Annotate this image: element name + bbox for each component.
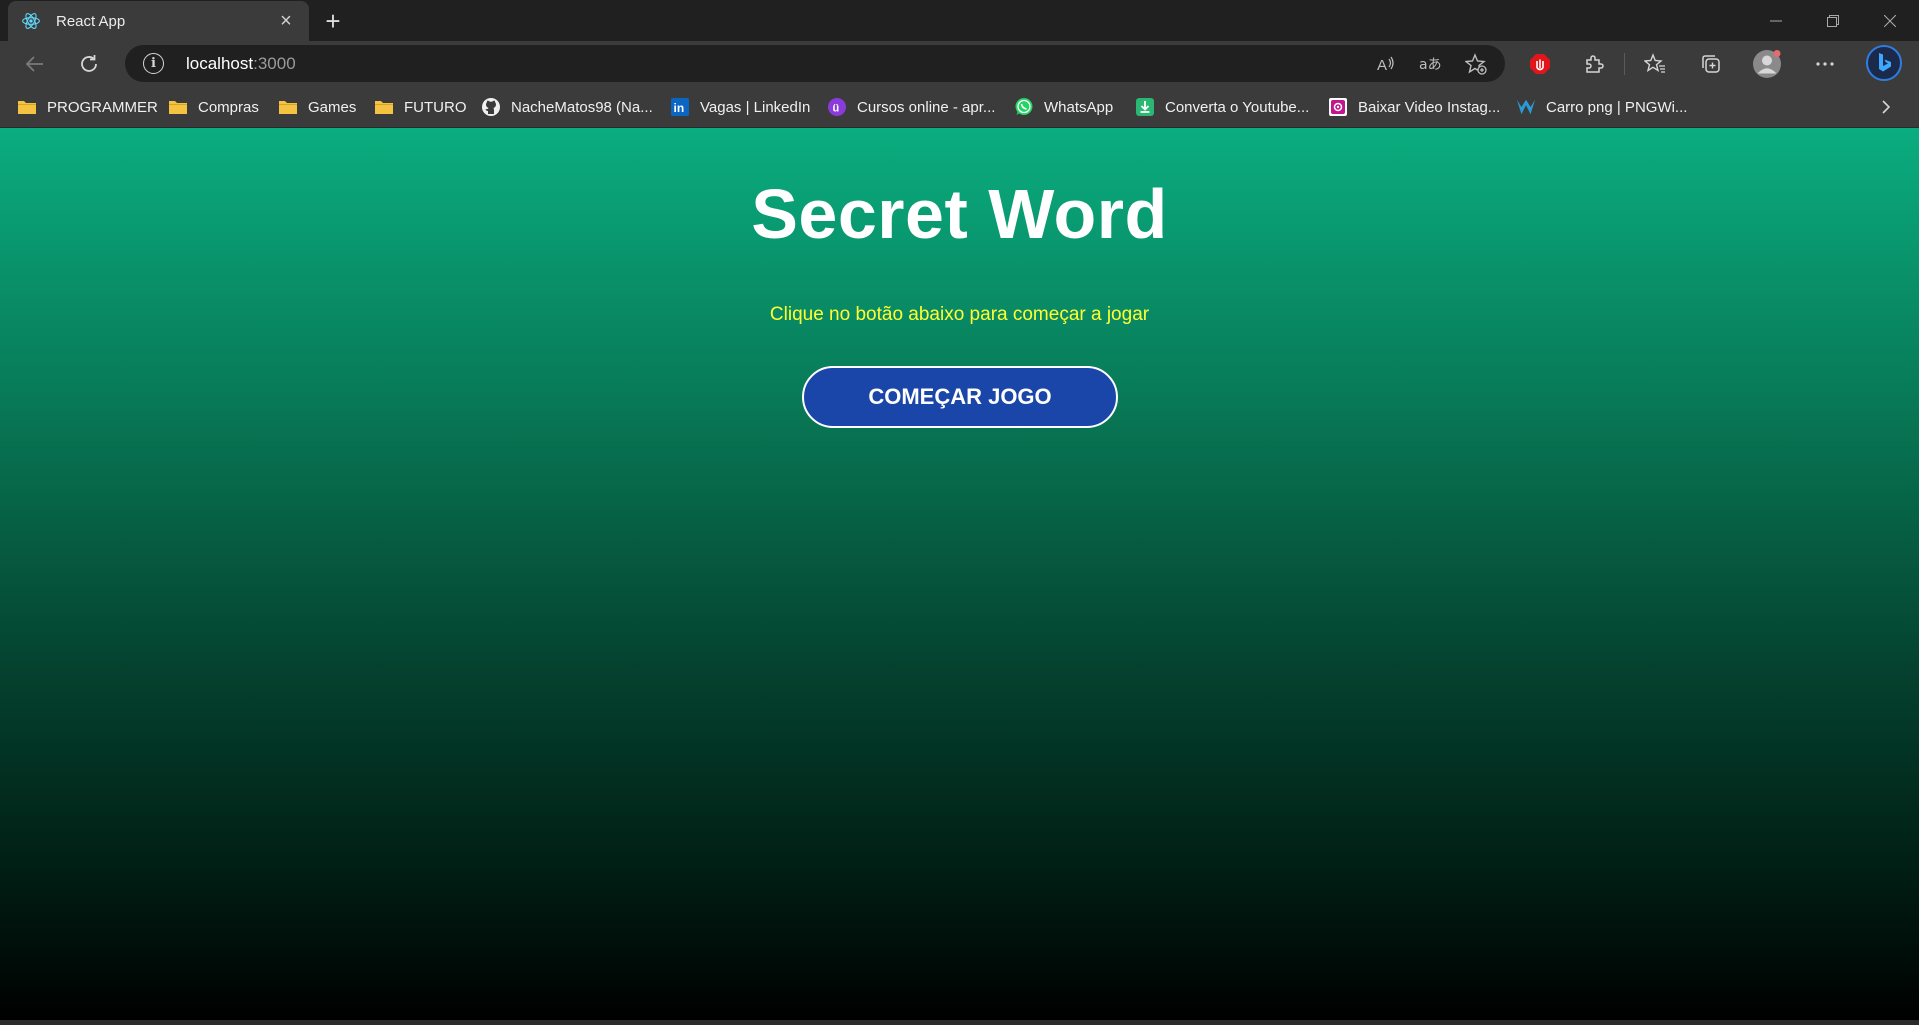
toolbar-divider [1624,53,1625,75]
profile-icon[interactable] [1749,46,1785,82]
collections-icon[interactable] [1693,46,1729,82]
title-bar: React App × + [0,0,1919,41]
site-info-icon[interactable]: i [143,53,164,74]
bookmark-label: PROGRAMMER [47,98,158,116]
browser-toolbar: i localhost:3000 A aあ [0,41,1919,86]
new-tab-button[interactable]: + [318,6,348,36]
browser-tab[interactable]: React App × [8,1,309,41]
github-icon [481,98,501,116]
address-bar[interactable]: i localhost:3000 A aあ [125,45,1505,82]
pngwing-icon [1516,98,1536,116]
bookmark-label: WhatsApp [1044,98,1114,116]
svg-text:A: A [1377,57,1387,74]
bookmark-label: Vagas | LinkedIn [700,98,811,116]
bookmark-label: NacheMatos98 (Na... [511,98,653,116]
close-tab-icon[interactable]: × [275,10,297,32]
bookmark-label: Baixar Video Instag... [1358,98,1501,116]
minimize-icon[interactable] [1748,0,1804,41]
bookmark-label: FUTURO [404,98,467,116]
folder-icon [278,98,298,116]
url-port: :3000 [253,54,296,73]
start-game-button[interactable]: COMEÇAR JOGO [802,366,1118,428]
bookmark-label: Games [308,98,357,116]
window-bottom-edge [0,1020,1919,1025]
bookmark-udemy[interactable]: ü Cursos online - apr... [827,94,995,120]
bookmarks-bar: PROGRAMMER Compras Games FUTURO NacheMat… [0,86,1919,128]
favorites-icon[interactable] [1637,46,1673,82]
adblock-icon[interactable] [1522,46,1558,82]
read-aloud-icon[interactable]: A [1371,49,1401,79]
bookmark-linkedin[interactable]: in Vagas | LinkedIn [670,94,810,120]
bookmark-compras[interactable]: Compras [168,94,259,120]
svg-text:aあ: aあ [1419,57,1441,73]
more-icon[interactable] [1807,46,1843,82]
add-favorite-icon[interactable] [1461,49,1491,79]
tab-title: React App [56,12,126,30]
bookmark-programmer[interactable]: PROGRAMMER [17,94,158,120]
extensions-icon[interactable] [1576,46,1612,82]
bookmark-instagram-downloader[interactable]: Baixar Video Instag... [1328,94,1500,120]
url-host: localhost [186,54,254,73]
refresh-icon[interactable] [71,46,107,82]
back-icon[interactable] [17,46,53,82]
bookmark-label: Compras [198,98,259,116]
bookmark-games[interactable]: Games [278,94,356,120]
svg-text:ü: ü [833,103,840,115]
svg-text:in: in [674,101,685,115]
bookmark-futuro[interactable]: FUTURO [374,94,467,120]
bookmark-github[interactable]: NacheMatos98 (Na... [481,94,653,120]
bookmark-youtube-converter[interactable]: Converta o Youtube... [1135,94,1309,120]
linkedin-icon: in [670,98,690,116]
folder-icon [168,98,188,116]
bookmark-label: Converta o Youtube... [1165,98,1310,116]
folder-icon [374,98,394,116]
translate-icon[interactable]: aあ [1415,49,1445,79]
whatsapp-icon [1014,98,1034,116]
react-icon [20,10,42,32]
bookmark-whatsapp[interactable]: WhatsApp [1014,94,1113,120]
page-viewport: Secret Word Clique no botão abaixo para … [0,128,1919,1020]
udemy-icon: ü [827,98,847,116]
folder-icon [17,98,37,116]
page-subtitle: Clique no botão abaixo para começar a jo… [769,304,1150,325]
bookmark-label: Carro png | PNGWi... [1546,98,1688,116]
bookmark-pngwing[interactable]: Carro png | PNGWi... [1516,94,1687,120]
chevron-right-icon[interactable] [1873,94,1899,120]
bing-icon[interactable] [1864,43,1904,83]
bookmark-label: Cursos online - apr... [857,98,996,116]
url-text[interactable]: localhost:3000 [186,54,296,74]
close-window-icon[interactable] [1862,0,1918,41]
restore-icon[interactable] [1805,0,1861,41]
download-icon [1135,98,1155,116]
instagram-icon [1328,98,1348,116]
page-title: Secret Word [751,175,1168,253]
